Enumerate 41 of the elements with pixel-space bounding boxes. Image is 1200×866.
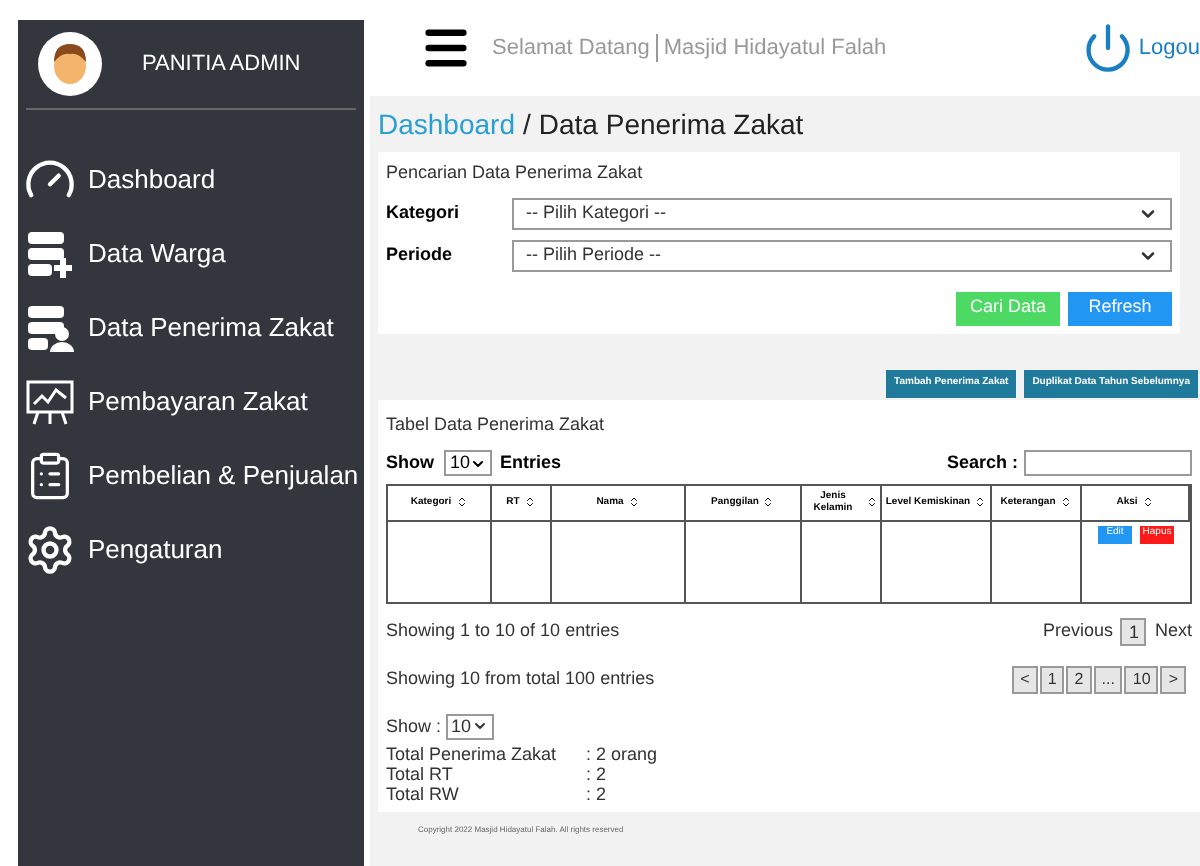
entries-label: Entries <box>500 450 562 476</box>
next-link[interactable]: Next <box>1154 617 1192 645</box>
sidebar-item[interactable]: Data Penerima Zakat <box>18 302 364 354</box>
logout-link[interactable]: Logou <box>1082 22 1200 74</box>
search-label: Search : <box>946 450 1018 476</box>
summary-value: : 2 orang <box>586 744 658 764</box>
select-field[interactable]: -- Pilih Kategori -- <box>512 197 1172 229</box>
greeting-text: Selamat Datang <box>492 33 650 64</box>
field-label: Kategori <box>386 199 462 226</box>
site-name: Masjid Hidayatul Falah <box>663 33 887 64</box>
page-size-select[interactable]: 10 <box>444 450 493 477</box>
page-button[interactable]: > <box>1160 665 1186 693</box>
table-info: Showing 1 to 10 of 10 entries <box>386 617 620 644</box>
summary-value: : 2 <box>586 764 607 784</box>
page-button[interactable]: 1 <box>1039 665 1065 693</box>
previous-link[interactable]: Previous <box>1042 617 1113 645</box>
sidebar-item[interactable]: Pembayaran Zakat <box>18 376 364 428</box>
page-size-select[interactable]: 10 <box>445 713 494 740</box>
summary-value: : 2 <box>586 784 607 804</box>
field-label: Periode <box>386 241 455 268</box>
summary-label: Total RW <box>386 784 461 804</box>
pager-info: Showing 10 from total 100 entries <box>386 665 655 692</box>
table-title: Tabel Data Penerima Zakat <box>386 411 607 437</box>
page-button[interactable]: < <box>1012 665 1038 693</box>
page-button[interactable]: 1 <box>1120 617 1147 645</box>
user-name: PANITIA ADMIN <box>142 49 301 80</box>
select-field[interactable]: -- Pilih Periode -- <box>512 239 1172 271</box>
sidebar-item[interactable]: Pengaturan <box>18 524 364 576</box>
summary-label: Total RT <box>386 764 455 784</box>
panel-title: Pencarian Data Penerima Zakat <box>386 160 645 186</box>
page-title: Data Penerima Zakat <box>538 108 804 140</box>
sidebar-item[interactable]: Data Warga <box>18 228 364 280</box>
sidebar-item[interactable]: Dashboard <box>18 154 364 206</box>
summary-label: Total Penerima Zakat <box>386 744 559 764</box>
sidebar-item[interactable]: Pembelian & Penjualan <box>18 450 364 502</box>
page-button[interactable]: 10 <box>1124 665 1159 693</box>
show-label: Show : <box>386 713 442 739</box>
page-button[interactable]: ... <box>1093 665 1123 693</box>
show-label: Show <box>386 450 434 476</box>
breadcrumb-separator: / <box>523 108 531 140</box>
page-button[interactable]: 2 <box>1066 665 1092 693</box>
